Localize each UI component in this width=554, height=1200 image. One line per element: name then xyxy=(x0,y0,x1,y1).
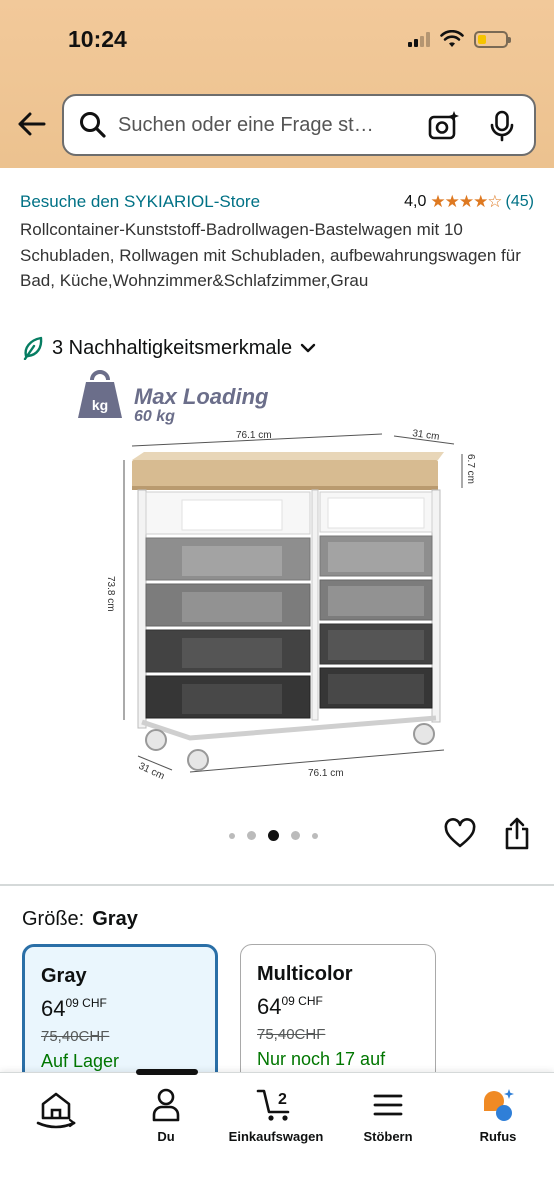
variant-price: 6409 CHF xyxy=(257,994,419,1020)
price-main: 64 xyxy=(41,996,66,1021)
carousel-dot-active[interactable] xyxy=(268,830,279,841)
dimension-depth-bottom: 31 cm xyxy=(137,761,166,782)
max-weight-text: 60 kg xyxy=(134,408,175,425)
bottom-navigation: Du 2 Einkaufswagen Stöbern Rufus xyxy=(0,1069,554,1200)
dimension-top-height: 6.7 cm xyxy=(465,454,476,484)
nav-rufus-label: Rufus xyxy=(479,1129,517,1144)
cart-icon: 2 xyxy=(256,1089,290,1121)
price-cents: 09 CHF xyxy=(281,994,323,1008)
variant-name: Gray xyxy=(41,965,87,987)
nav-cart-label: Einkaufswagen xyxy=(228,1129,324,1144)
search-input[interactable]: Suchen oder eine Frage st… xyxy=(118,114,408,137)
carousel-dot[interactable] xyxy=(229,832,235,839)
size-label-text: Größe: xyxy=(22,908,85,930)
sustainability-label: 3 Nachhaltigkeitsmerkmale xyxy=(52,336,293,359)
drawers-left xyxy=(145,491,311,719)
store-link[interactable]: Besuche den SYKIARIOL-Store xyxy=(20,192,260,212)
battery-icon xyxy=(474,30,511,48)
microphone-icon[interactable] xyxy=(488,110,516,142)
chevron-down-icon xyxy=(300,343,316,353)
rufus-assistant-icon xyxy=(484,1089,514,1121)
variant-name: Multicolor xyxy=(257,963,353,985)
person-icon xyxy=(152,1088,180,1122)
variant-stock: Nur noch 17 auf xyxy=(257,1049,386,1069)
image-carousel-dots[interactable] xyxy=(229,830,318,841)
size-selector-label: Größe: Gray xyxy=(22,908,138,931)
carousel-dot[interactable] xyxy=(291,831,300,840)
rating-stars-icon: ★★★★☆ xyxy=(430,192,502,211)
dimension-width-bottom: 76.1 cm xyxy=(308,768,344,779)
search-icon xyxy=(80,112,106,138)
wifi-icon xyxy=(440,30,464,47)
heart-icon[interactable] xyxy=(444,818,476,850)
home-icon xyxy=(36,1092,76,1129)
top-header: 10:24 Suchen oder eine Frage st… xyxy=(0,0,554,168)
price-main: 64 xyxy=(257,994,282,1019)
dimension-depth-top: 31 cm xyxy=(412,428,441,443)
dimension-height: 73.8 cm xyxy=(105,576,116,612)
dimension-width-top: 76.1 cm xyxy=(236,430,272,441)
sustainability-features[interactable]: 3 Nachhaltigkeitsmerkmale xyxy=(22,336,316,360)
share-icon[interactable] xyxy=(504,816,530,850)
cellular-signal-icon xyxy=(408,31,430,47)
section-divider xyxy=(0,884,554,886)
nav-active-indicator xyxy=(136,1069,198,1075)
product-title: Rollcontainer-Kunststoff-Badrollwagen-Ba… xyxy=(20,220,521,290)
price-cents: 09 CHF xyxy=(65,996,107,1010)
nav-browse[interactable]: Stöbern xyxy=(358,1087,418,1144)
status-time: 10:24 xyxy=(68,26,127,52)
carousel-dot[interactable] xyxy=(247,831,256,840)
variant-price: 6409 CHF xyxy=(41,996,199,1022)
carousel-dot[interactable] xyxy=(312,832,318,839)
rating-value: 4,0 xyxy=(404,193,427,210)
weight-kg-icon: kg xyxy=(78,370,122,418)
nav-browse-label: Stöbern xyxy=(363,1129,413,1144)
variant-old-price: 75,40CHF xyxy=(257,1026,326,1043)
variant-option-gray[interactable]: Gray 6409 CHF 75,40CHF Auf Lager xyxy=(22,944,218,1084)
product-image[interactable]: kg Max Loading 60 kg 76.1 cm 31 cm 6.7 c… xyxy=(60,368,490,788)
rating-summary[interactable]: 4,0 ★★★★☆ (45) xyxy=(404,192,534,212)
max-loading-text: Max Loading xyxy=(134,384,269,409)
rating-count[interactable]: (45) xyxy=(506,193,534,211)
nav-rufus[interactable]: Rufus xyxy=(472,1087,524,1144)
leaf-icon xyxy=(23,336,43,360)
nav-you[interactable]: Du xyxy=(140,1087,192,1144)
nav-home[interactable] xyxy=(32,1087,80,1137)
nav-you-label: Du xyxy=(157,1129,175,1144)
status-icons xyxy=(408,30,511,48)
kg-badge-text: kg xyxy=(92,397,108,413)
variant-old-price: 75,40CHF xyxy=(41,1028,110,1045)
back-arrow-icon[interactable] xyxy=(14,106,50,142)
search-bar[interactable]: Suchen oder eine Frage st… xyxy=(62,94,536,156)
cart-count: 2 xyxy=(278,1091,287,1108)
camera-search-icon[interactable] xyxy=(428,110,460,142)
nav-cart[interactable]: 2 Einkaufswagen xyxy=(222,1087,330,1144)
size-selected-value: Gray xyxy=(92,908,138,930)
variant-option-multicolor[interactable]: Multicolor 6409 CHF 75,40CHF Nur noch 17… xyxy=(240,944,436,1084)
drawers-right xyxy=(319,491,433,709)
menu-icon xyxy=(373,1094,403,1116)
